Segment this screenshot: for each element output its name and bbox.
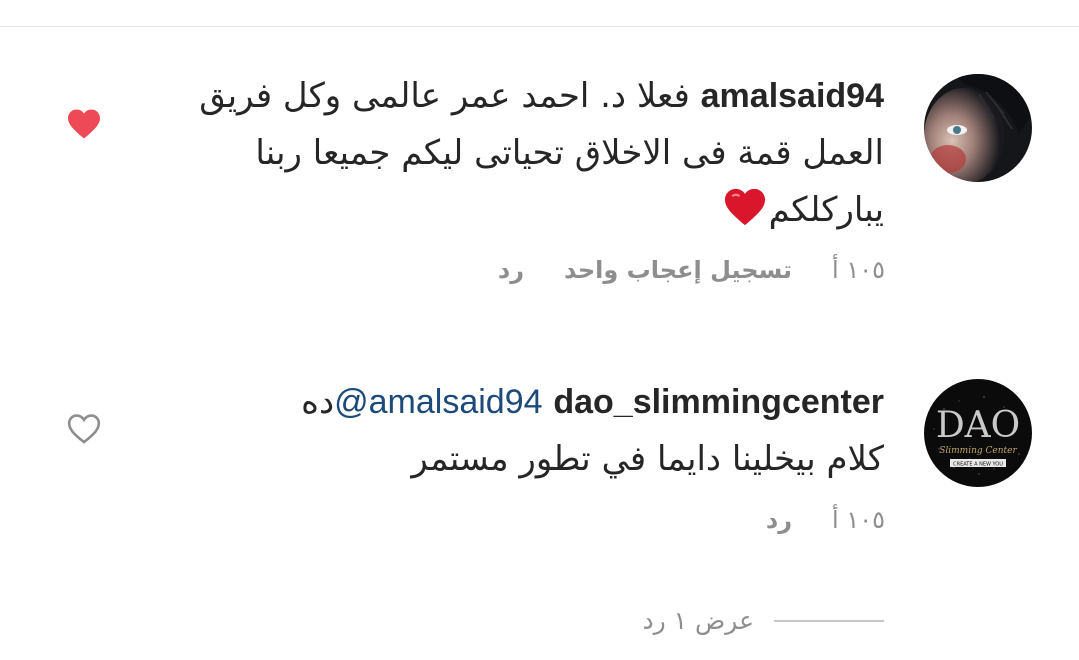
comment-2-body: dao_slimmingcenter @amalsaid94ده كلام بي… bbox=[144, 374, 884, 488]
red-heart-emoji-icon bbox=[723, 187, 767, 245]
comment-1-text: amalsaid94 فعلا د. احمد عمر عالمى وكل فر… bbox=[144, 68, 884, 245]
comment-2-meta: ١٠٥ أ رد bbox=[766, 506, 885, 534]
comment-1-line-3: يباركلكم bbox=[768, 190, 884, 230]
comment-1-line-1: فعلا د. احمد عمر عالمى وكل فريق bbox=[199, 76, 690, 116]
comment-1-username[interactable]: amalsaid94 bbox=[701, 77, 884, 115]
comment-1-meta: ١٠٥ أ تسجيل إعجاب واحد رد bbox=[498, 256, 885, 284]
view-replies-label: عرض ١ رد bbox=[642, 606, 754, 635]
top-divider bbox=[0, 26, 1079, 27]
avatar-dao-sub-text: Slimming Center bbox=[939, 446, 1017, 456]
comment-1-reply-button[interactable]: رد bbox=[498, 256, 524, 284]
comment-2-mention[interactable]: @amalsaid94 bbox=[334, 383, 542, 421]
comment-2-time: ١٠٥ أ bbox=[832, 506, 885, 534]
comment-2-text: dao_slimmingcenter @amalsaid94ده كلام بي… bbox=[144, 374, 884, 488]
avatar-dao-tag-text: CREATE A NEW YOU bbox=[953, 462, 1003, 468]
comment-2-line-2: كلام بيخلينا دايما في تطور مستمر bbox=[411, 439, 884, 479]
comment-2-username[interactable]: dao_slimmingcenter bbox=[553, 383, 884, 421]
avatar-dao-logo-text: DAO bbox=[936, 405, 1020, 446]
comment-1-likes-button[interactable]: تسجيل إعجاب واحد bbox=[564, 256, 792, 284]
comment-1-like-heart-icon[interactable] bbox=[66, 108, 102, 144]
comment-1-line-2: العمل قمة فى الاخلاق تحياتى ليكم جميعا ر… bbox=[255, 133, 884, 173]
view-replies-button[interactable]: عرض ١ رد bbox=[643, 606, 884, 635]
comment-2-like-heart-outline-icon[interactable] bbox=[66, 413, 102, 449]
comment-2-mention-suffix: ده bbox=[301, 382, 335, 422]
comment-2-reply-button[interactable]: رد bbox=[766, 506, 792, 534]
comment-1-body: amalsaid94 فعلا د. احمد عمر عالمى وكل فر… bbox=[144, 68, 884, 245]
avatar-dao-slimmingcenter[interactable]: DAO Slimming Center CREATE A NEW YOU bbox=[924, 379, 1032, 487]
view-replies-line bbox=[774, 619, 884, 622]
comment-1-time: ١٠٥ أ bbox=[832, 256, 885, 284]
avatar-amalsaid94[interactable] bbox=[924, 74, 1032, 182]
